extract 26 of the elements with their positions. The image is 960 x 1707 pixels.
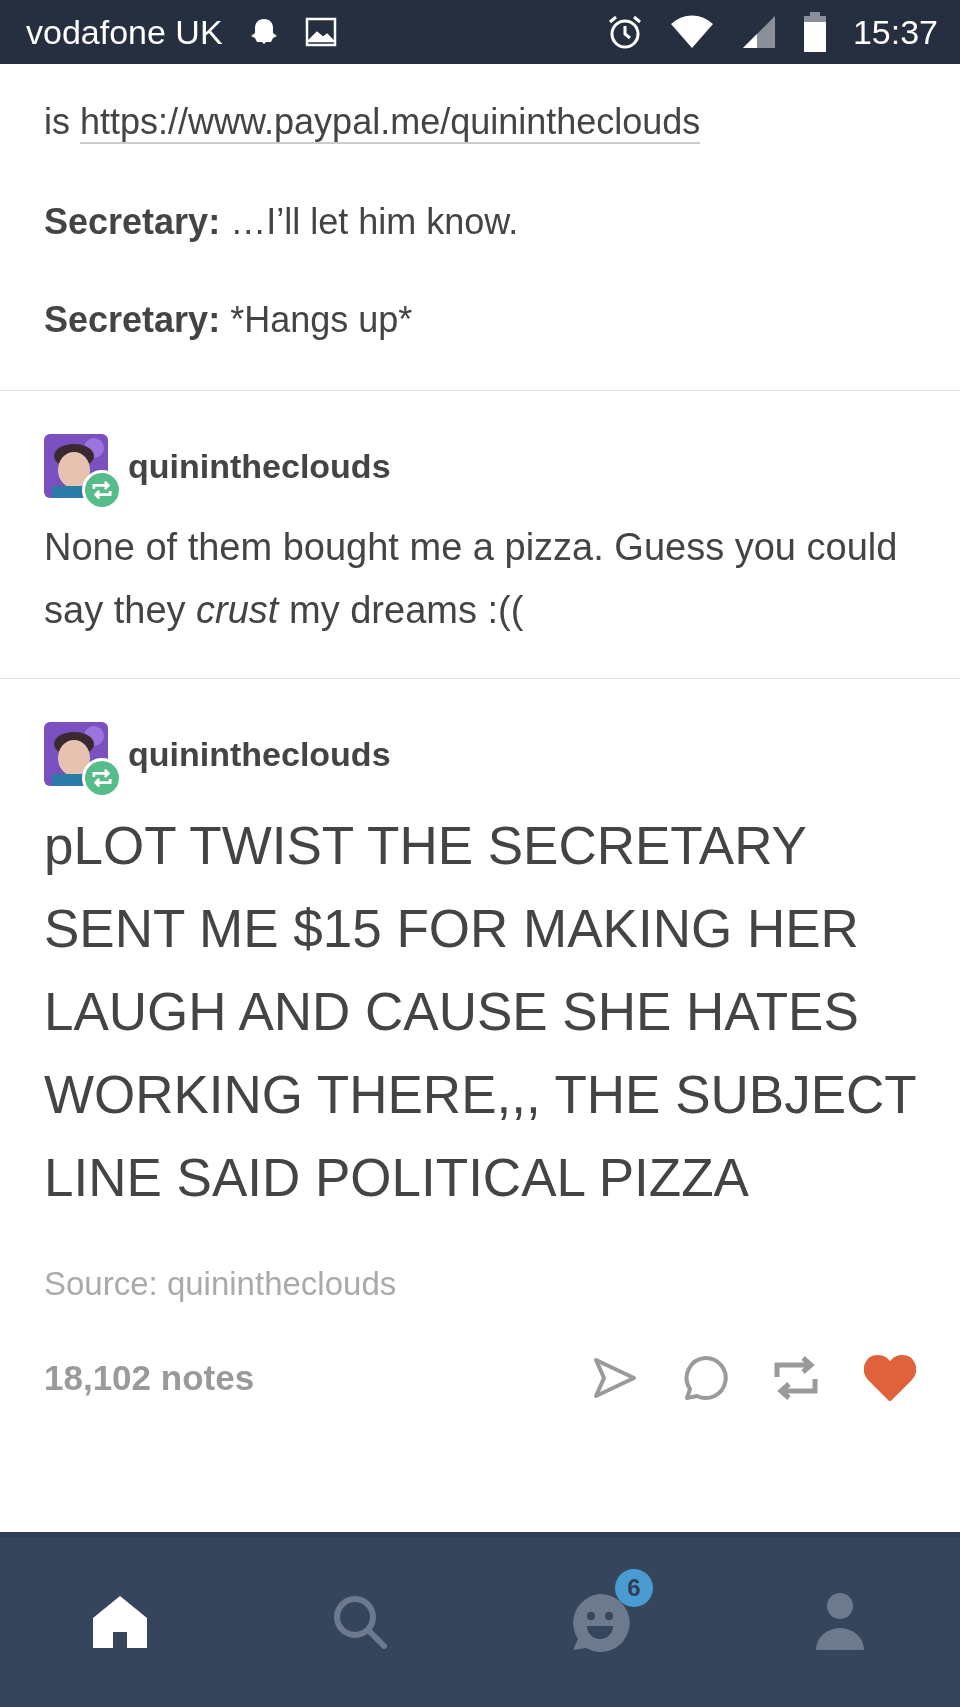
person-icon <box>815 1592 865 1652</box>
carrier-name: vodafone UK <box>26 12 223 52</box>
username[interactable]: quinintheclouds <box>128 734 391 774</box>
post-text: is <box>44 101 70 142</box>
send-icon[interactable] <box>592 1356 638 1400</box>
comment-icon[interactable] <box>682 1355 728 1401</box>
alarm-icon <box>606 14 643 50</box>
notification-badge: 6 <box>615 1569 653 1607</box>
paypal-link[interactable]: https://www.paypal.me/quinintheclouds <box>80 101 701 144</box>
reblog-icon <box>91 768 113 788</box>
source-text: Source: quinintheclouds <box>44 1265 398 1303</box>
post-text: None of them bought me a pizza. Guess you could say they crust my dreams :(( <box>44 525 899 633</box>
clock-time: 15:37 <box>852 12 938 52</box>
reblog-icon <box>91 480 113 500</box>
home-icon <box>91 1594 149 1650</box>
reblog-icon[interactable] <box>772 1355 820 1401</box>
wifi-icon <box>668 14 715 50</box>
post-text: pLOT TWIST THE SECRETARY SENT ME $15 FOR MAKING HER LAUGH AND CAUSE SHE HATES WORKING THERE,,, THE SUBJECT LINE SAID POLITICAL PIZZA <box>44 815 916 1209</box>
dialogue-line: Secretary: *Hangs up* <box>44 298 414 342</box>
search-icon <box>332 1594 388 1650</box>
heart-icon[interactable] <box>864 1355 916 1401</box>
battery-icon <box>802 12 827 52</box>
image-icon <box>304 17 337 47</box>
activity-tab[interactable]: 6 <box>545 1567 655 1677</box>
username[interactable]: quinintheclouds <box>128 446 391 486</box>
dialogue-line: Secretary: …I’ll let him know. <box>44 200 520 244</box>
